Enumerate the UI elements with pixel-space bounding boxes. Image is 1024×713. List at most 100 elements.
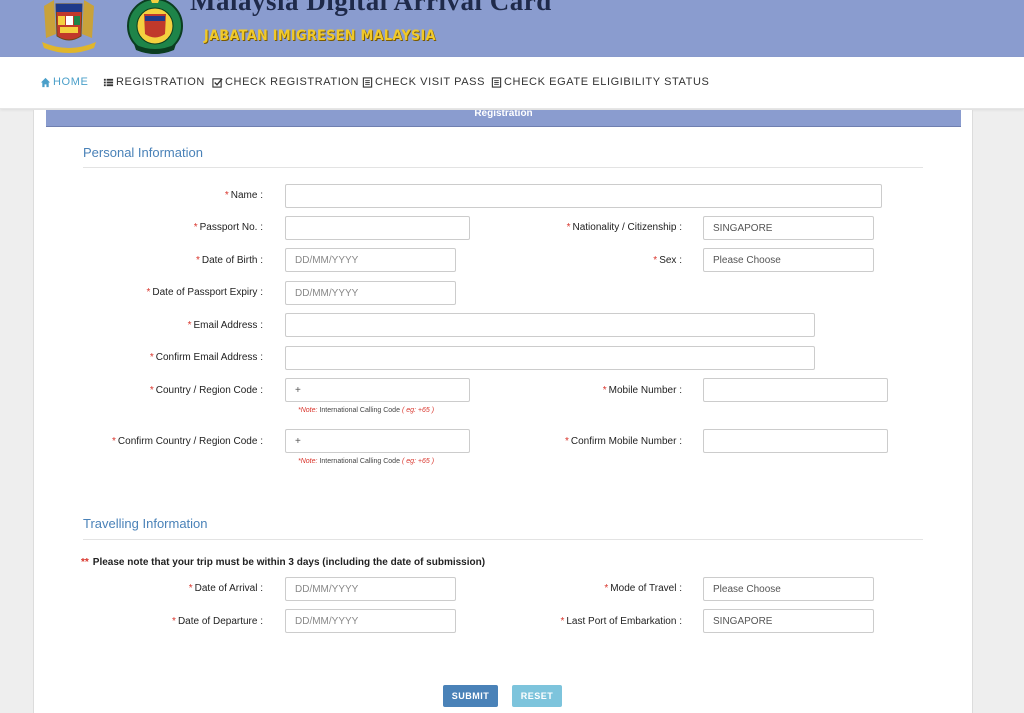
home-icon <box>40 77 51 87</box>
nationality-field[interactable] <box>703 216 874 240</box>
country-code-input[interactable] <box>285 378 470 402</box>
passport-label: * Passport No. : <box>120 222 263 233</box>
nav-check-registration-label: CHECK REGISTRATION <box>225 76 360 88</box>
nav-check-registration[interactable]: CHECK REGISTRATION <box>212 76 359 88</box>
passport-expiry-label-text: Date of Passport Expiry : <box>152 287 263 298</box>
confirm-mobile-label: * Confirm Mobile Number : <box>500 436 682 447</box>
notice-marker: ** <box>81 557 89 568</box>
nav-registration[interactable]: REGISTRATION <box>103 76 205 88</box>
departure-label: * Date of Departure : <box>120 616 263 627</box>
dob-label-text: Date of Birth : <box>201 255 263 266</box>
email-input[interactable] <box>285 313 815 337</box>
nav-check-visit-pass-label: CHECK VISIT PASS <box>375 76 486 88</box>
required-marker: * <box>560 616 565 627</box>
nav-home[interactable]: HOME <box>40 76 88 88</box>
required-marker: * <box>566 222 571 233</box>
mobile-label-text: Mobile Number : <box>608 385 682 396</box>
sex-select[interactable] <box>703 248 874 272</box>
immigration-department-logo <box>127 0 183 54</box>
note-example: ( eg: +65 ) <box>401 407 435 414</box>
email-label: * Email Address : <box>100 320 263 331</box>
required-marker: * <box>564 436 569 447</box>
dob-input[interactable] <box>285 248 456 272</box>
confirm-country-code-input[interactable] <box>285 429 470 453</box>
confirm-email-label: * Confirm Email Address : <box>100 352 263 363</box>
arrival-date-input[interactable] <box>285 577 456 601</box>
site-header: Malaysia Digital Arrival Card JABATAN IM… <box>0 0 1024 57</box>
notice-text: Please note that your trip must be withi… <box>92 557 486 568</box>
main-navigation: HOME REGISTRATION CHECK REGISTRATION CHE… <box>0 57 1024 109</box>
required-marker: * <box>602 385 607 396</box>
arrival-label: * Date of Arrival : <box>120 583 263 594</box>
calling-code-note: *Note: International Calling Code ( eg: … <box>298 407 434 414</box>
nationality-label: * Nationality / Citizenship : <box>500 222 682 233</box>
list-icon <box>103 78 114 86</box>
calling-code-note: *Note: International Calling Code ( eg: … <box>298 458 434 465</box>
note-text: International Calling Code <box>319 407 400 414</box>
required-marker: * <box>193 222 198 233</box>
reset-button[interactable]: RESET <box>512 685 562 707</box>
note-example: ( eg: +65 ) <box>401 458 435 465</box>
nav-check-visit-pass[interactable]: CHECK VISIT PASS <box>362 76 485 88</box>
submit-button[interactable]: SUBMIT <box>443 685 498 707</box>
note-text: International Calling Code <box>319 458 400 465</box>
travel-info-title: Travelling Information <box>83 516 208 531</box>
panel-heading: Registration <box>46 110 961 127</box>
personal-info-title: Personal Information <box>83 145 203 160</box>
last-port-label-text: Last Port of Embarkation : <box>566 616 682 627</box>
required-marker: * <box>188 583 193 594</box>
department-name: JABATAN IMIGRESEN MALAYSIA <box>204 28 436 44</box>
confirm-mobile-label-text: Confirm Mobile Number : <box>570 436 682 447</box>
malaysia-coat-of-arms-logo <box>42 0 96 53</box>
nav-registration-label: REGISTRATION <box>116 76 205 88</box>
departure-label-text: Date of Departure : <box>177 616 263 627</box>
passport-expiry-input[interactable] <box>285 281 456 305</box>
required-marker: * <box>149 352 154 363</box>
required-marker: * <box>146 287 151 298</box>
arrival-label-text: Date of Arrival : <box>194 583 263 594</box>
confirm-country-code-label-text: Confirm Country / Region Code : <box>117 436 263 447</box>
required-marker: * <box>187 320 192 331</box>
confirm-country-code-label: * Confirm Country / Region Code : <box>60 436 263 447</box>
passport-input[interactable] <box>285 216 470 240</box>
mobile-label: * Mobile Number : <box>500 385 682 396</box>
required-marker: * <box>112 436 116 447</box>
required-marker: * <box>604 583 609 594</box>
section-divider <box>83 167 923 168</box>
required-marker: * <box>172 616 176 627</box>
mobile-input[interactable] <box>703 378 888 402</box>
sex-label: * Sex : <box>500 255 682 266</box>
last-port-field[interactable] <box>703 609 874 633</box>
required-marker: * <box>149 385 154 396</box>
passport-expiry-label: * Date of Passport Expiry : <box>100 287 263 298</box>
email-label-text: Email Address : <box>193 320 263 331</box>
sex-label-text: Sex : <box>659 255 682 266</box>
note-prefix: *Note: <box>298 458 318 465</box>
name-label-text: Name : <box>230 190 263 201</box>
required-marker: * <box>195 255 200 266</box>
country-code-label-text: Country / Region Code : <box>155 385 263 396</box>
nav-check-egate-label: CHECK EGATE ELIGIBILITY STATUS <box>504 76 710 88</box>
nav-check-egate[interactable]: CHECK EGATE ELIGIBILITY STATUS <box>491 76 709 88</box>
confirm-mobile-input[interactable] <box>703 429 888 453</box>
name-label: * Name : <box>120 190 263 201</box>
nav-home-label: HOME <box>53 76 89 88</box>
departure-date-input[interactable] <box>285 609 456 633</box>
confirm-email-label-text: Confirm Email Address : <box>155 352 263 363</box>
country-code-label: * Country / Region Code : <box>100 385 263 396</box>
name-input[interactable] <box>285 184 882 208</box>
trip-notice: ** Please note that your trip must be wit… <box>81 557 485 568</box>
document-icon <box>362 76 373 88</box>
confirm-email-input[interactable] <box>285 346 815 370</box>
site-title: Malaysia Digital Arrival Card <box>190 0 552 16</box>
check-square-icon <box>212 77 223 88</box>
section-divider <box>83 539 923 540</box>
passport-label-text: Passport No. : <box>199 222 263 233</box>
document-icon <box>491 76 502 88</box>
last-port-label: * Last Port of Embarkation : <box>500 616 682 627</box>
required-marker: * <box>653 255 658 266</box>
note-prefix: *Note: <box>298 407 318 414</box>
nationality-label-text: Nationality / Citizenship : <box>572 222 683 233</box>
mode-of-travel-select[interactable] <box>703 577 874 601</box>
required-marker: * <box>224 190 229 201</box>
